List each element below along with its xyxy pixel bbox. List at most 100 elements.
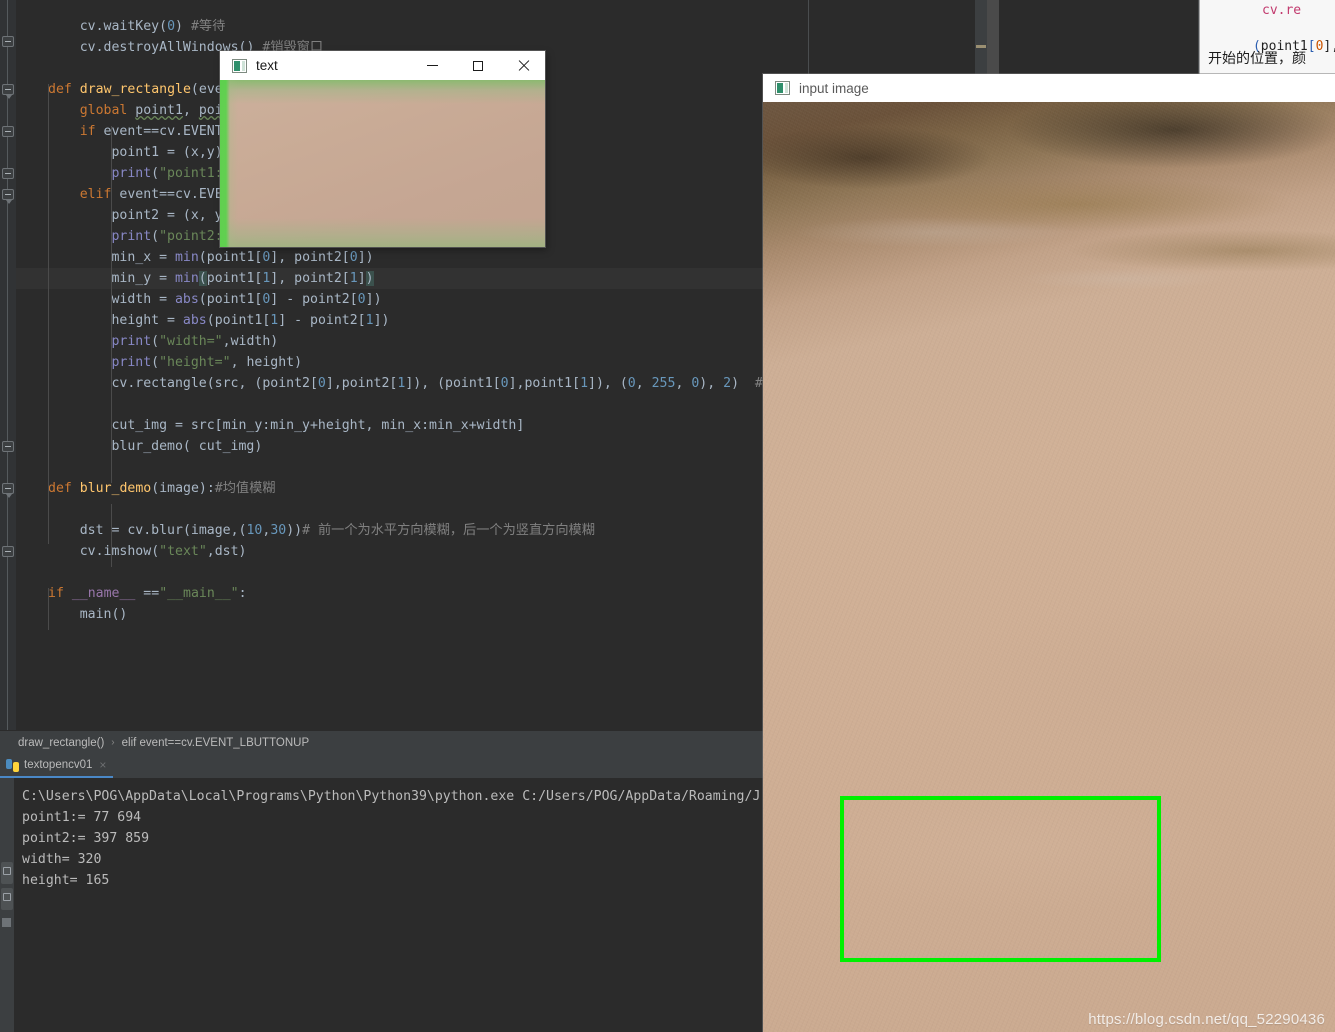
code-line[interactable]: print("height=", height) — [111, 352, 302, 373]
run-tab-textopencv01[interactable]: textopencv01 × — [0, 754, 114, 778]
code-token: 30 — [270, 523, 287, 538]
code-token: elif — [79, 187, 120, 202]
opencv-input-image-window[interactable]: input image https://blog.csdn.net/qq_522… — [763, 74, 1335, 1032]
close-icon[interactable]: × — [99, 758, 106, 772]
code-line[interactable]: blur_demo( cut_img) — [111, 436, 262, 457]
code-token: ( — [206, 313, 215, 328]
code-token: , point2 — [278, 250, 342, 265]
code-line[interactable]: width = abs(point1[0] - point2[0]) — [111, 289, 381, 310]
code-line[interactable]: dst = cv.blur(image,(10,30))# 前一个为水平方向模糊… — [80, 520, 595, 541]
code-token: draw_rectangle — [79, 82, 191, 97]
code-token: 10 — [246, 523, 263, 538]
code-token: - point2 — [278, 292, 350, 307]
fold-marker[interactable] — [2, 36, 14, 47]
console-line: point1:= 77 694 — [22, 810, 142, 825]
code-token: min_y:min_y+height, min_x:min_x+width — [222, 418, 517, 433]
code-line[interactable]: height = abs(point1[1] - point2[1]) — [111, 310, 389, 331]
doc-description-cn: 开始的位置，颜 — [1208, 51, 1306, 67]
fold-marker[interactable] — [2, 168, 14, 179]
editor-scrollbar[interactable] — [975, 0, 987, 75]
code-token: , — [635, 376, 652, 391]
watermark-url: https://blog.csdn.net/qq_52290436 — [1088, 1011, 1325, 1028]
breadcrumb-item-statement[interactable]: elif event==cv.EVENT_LBUTTONUP — [122, 737, 309, 749]
code-token: ( — [182, 208, 191, 223]
code-line[interactable]: min_x = min(point1[0], point2[0]) — [111, 247, 373, 268]
fold-marker[interactable] — [2, 189, 14, 204]
text-window-titlebar[interactable]: text — [220, 51, 545, 80]
run-toolbar[interactable] — [0, 778, 14, 1032]
run-tab-bar: textopencv01 × — [0, 754, 765, 778]
code-token: cv.destroyAllWindows — [79, 40, 239, 55]
code-token: 0 — [167, 19, 176, 34]
documentation-popup[interactable]: cv.re (point1[0],po 开始的位置，颜 — [1199, 0, 1335, 75]
code-token: min — [174, 250, 199, 265]
code-token: cv.rectangle — [111, 376, 207, 391]
minimize-button[interactable] — [410, 51, 455, 80]
code-token: point1 — [206, 292, 255, 307]
console-output[interactable]: C:\Users\POG\AppData\Local\Programs\Pyth… — [14, 778, 765, 1032]
rerun-button[interactable] — [1, 862, 13, 884]
breadcrumb[interactable]: draw_rectangle() › elif event==cv.EVENT_… — [0, 730, 765, 754]
fold-marker[interactable] — [2, 546, 14, 557]
input-window-titlebar[interactable]: input image — [763, 74, 1335, 102]
input-image-canvas[interactable]: https://blog.csdn.net/qq_52290436 — [763, 102, 1335, 1032]
code-token: ]) — [588, 376, 604, 391]
code-token: 0 — [627, 376, 636, 391]
code-line[interactable]: print("width=",width) — [111, 331, 278, 352]
code-token: == — [143, 586, 160, 601]
code-token: [ — [341, 250, 350, 265]
code-token: ( — [198, 250, 207, 265]
code-token: print — [111, 355, 152, 370]
code-token: ( — [190, 82, 199, 97]
code-token: () — [111, 607, 128, 622]
code-token: "__main__" — [159, 586, 239, 601]
code-token: ) — [270, 334, 279, 349]
code-token: #等待 — [190, 19, 226, 34]
code-token: [ — [572, 376, 581, 391]
code-token: ]) — [405, 376, 422, 391]
code-line[interactable]: main() — [80, 604, 128, 625]
breadcrumb-item-function[interactable]: draw_rectangle() — [18, 737, 104, 749]
soft-wrap-button[interactable] — [2, 918, 11, 927]
code-token: ] — [325, 376, 334, 391]
maximize-button[interactable] — [455, 51, 500, 80]
code-line[interactable]: def blur_demo(image):#均值模糊 — [48, 478, 276, 499]
fold-marker[interactable] — [2, 84, 14, 99]
minimize-icon — [427, 65, 438, 66]
code-line[interactable]: cv.imshow("text",dst) — [80, 541, 247, 562]
fold-marker[interactable] — [2, 483, 14, 498]
fold-marker[interactable] — [2, 441, 14, 452]
code-token: 0 — [349, 250, 358, 265]
code-token: abs — [182, 313, 207, 328]
console-line: C:\Users\POG\AppData\Local\Programs\Pyth… — [22, 789, 761, 804]
editor-marker-strip[interactable] — [987, 0, 999, 75]
editor-gutter[interactable] — [0, 0, 16, 730]
code-token: ) — [365, 271, 374, 286]
code-line[interactable]: point1 = (x,y) — [111, 142, 222, 163]
code-token: __name__ — [71, 586, 144, 601]
code-token: def — [48, 82, 80, 97]
indent-guide — [48, 84, 49, 544]
code-token: , height — [230, 355, 295, 370]
code-token: x — [190, 145, 199, 160]
code-line[interactable]: min_y = min(point1[1], point2[1]) — [111, 268, 374, 289]
stop-button[interactable] — [1, 888, 13, 910]
code-line[interactable]: if __name__ =="__main__": — [48, 583, 247, 604]
code-line[interactable]: point2 = (x, y) — [111, 205, 230, 226]
fold-marker[interactable] — [2, 126, 14, 137]
code-token: ) — [175, 19, 183, 34]
image-icon — [232, 58, 247, 73]
code-token: height = — [111, 313, 183, 328]
blurred-crop-image — [220, 80, 545, 247]
doc-tail: ],po — [1323, 39, 1335, 54]
code-token: [ — [214, 418, 223, 433]
code-line[interactable]: cv.rectangle(src, (point2[0],point2[1]),… — [111, 373, 765, 394]
code-line[interactable]: cv.waitKey(0) #等待 — [80, 16, 226, 37]
scrollbar-thumb[interactable] — [976, 45, 986, 48]
opencv-text-window[interactable]: text — [220, 51, 545, 247]
code-token: abs — [174, 292, 199, 307]
code-token: ]) — [365, 292, 382, 307]
close-button[interactable] — [500, 51, 545, 80]
code-token: min_x = — [111, 250, 175, 265]
code-line[interactable]: cut_img = src[min_y:min_y+height, min_x:… — [111, 415, 524, 436]
